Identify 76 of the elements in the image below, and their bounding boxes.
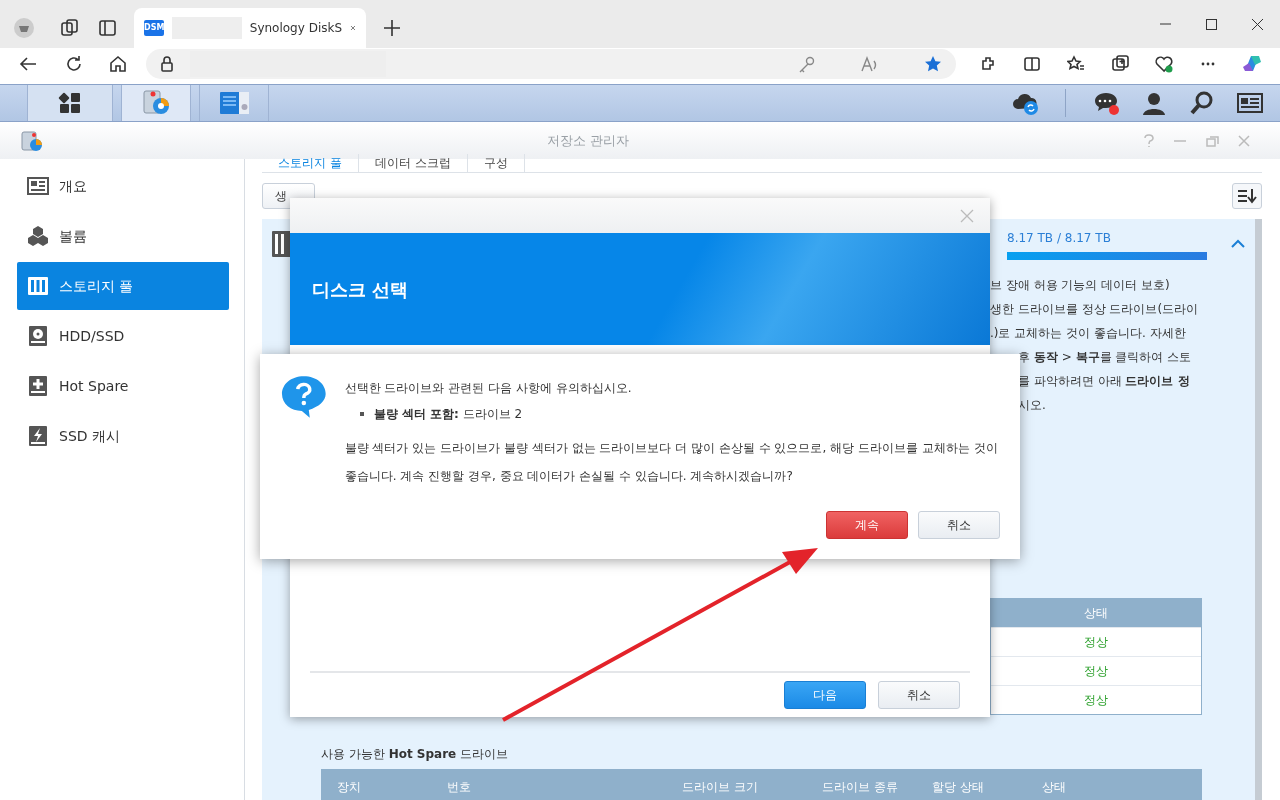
column-header: 장치 [336,779,362,796]
column-header: 상태 [1041,779,1067,796]
storage-pool-icon [27,275,49,297]
sidebar-item[interactable]: Hot Spare [17,362,229,410]
widgets-icon[interactable] [1237,91,1263,115]
status-cell: 정상 [991,656,1201,685]
hot-spare-icon [27,375,49,397]
tab-actions-icon[interactable] [98,18,118,38]
read-aloud-icon[interactable] [861,55,878,73]
window-title: 저장소 관리자 [545,131,631,150]
browser-tab[interactable]: DSM Synology DiskS [134,8,366,48]
favicon: DSM [144,20,165,36]
section-title: 사용 가능한 Hot Spare 드라이브 [321,746,510,763]
refresh-icon[interactable] [65,55,83,73]
back-icon[interactable] [19,55,37,73]
lock-icon [160,56,174,72]
profile-icon[interactable] [13,17,35,39]
storage-pool-icon [272,229,292,257]
sort-button[interactable] [1232,183,1262,209]
sidebar-item[interactable]: HDD/SSD [17,312,229,360]
tab[interactable]: 데이터 스크럽 [358,154,468,172]
description-text: 후 동작 > 복구를 클릭하여 스토 [1017,349,1193,366]
bullet [359,412,364,416]
split-screen-icon[interactable] [1023,55,1041,73]
cubes-icon [27,225,49,247]
home-icon[interactable] [109,55,127,73]
question-icon [280,374,328,420]
favorites-icon[interactable] [1067,55,1085,73]
dialog-title: 디스크 선택 [290,233,990,345]
health-icon[interactable] [1155,55,1173,73]
search-icon[interactable] [1190,91,1214,115]
collections-icon[interactable] [1111,55,1129,73]
main-menu-icon [58,91,82,115]
maximize-icon[interactable] [1205,18,1217,30]
alert-detail: 불량 섹터가 있는 드라이브가 불량 섹터가 없는 드라이브보다 더 많이 손상될 수 있으므로, 해당 드라이브를 교체하는 것이 좋습니다. 계속 진행할 경우, 중요 데이터가 손실될 수 있습니다. 계속하시겠습니까? [344,440,999,485]
column-header: 드라이브 크기 [681,779,759,796]
status-cell: 정상 [991,685,1201,714]
description-text: 생한 드라이브를 정상 드라이브(드라이 [990,301,1200,318]
continue-button[interactable]: 계속 [826,511,908,539]
extensions-icon[interactable] [979,55,997,73]
collapse-icon[interactable] [1231,238,1245,249]
tab-title: Synology DiskS [249,20,343,37]
new-tab-icon[interactable] [383,19,401,37]
column-header: 번호 [446,779,472,796]
tab[interactable]: 구성 [467,154,525,172]
info-center-icon [219,89,249,117]
storage-manager-icon [20,129,44,152]
sidebar-item[interactable]: 스토리지 풀 [17,262,229,310]
column-header: 드라이브 종류 [821,779,899,796]
overview-icon [27,175,49,197]
description-text: .)로 교체하는 것이 좋습니다. 자세한 [990,325,1187,342]
description-text: 브 장애 허용 기능의 데이터 보호) [990,277,1171,294]
tab[interactable]: 스토리지 풀 [262,154,359,172]
usage-text: 8.17 TB / 8.17 TB [1007,230,1112,247]
key-icon[interactable] [798,55,815,73]
description-text: 시오. [1017,397,1047,414]
sidebar-item[interactable]: 개요 [17,162,229,210]
user-icon[interactable] [1142,91,1166,115]
taskbar-button[interactable] [27,85,113,121]
cancel-button[interactable]: 취소 [878,681,960,709]
workspaces-icon[interactable] [60,18,80,38]
chat-notification-icon[interactable] [1093,90,1119,116]
sort-icon [1237,188,1257,204]
column-header: 상태 [991,599,1201,627]
sidebar-item[interactable]: SSD 캐시 [17,412,229,460]
description-text: 를 파악하려면 아래 드라이브 정 [1017,373,1191,390]
sidebar-item[interactable]: 볼륨 [17,212,229,260]
status-cell: 정상 [991,627,1201,656]
column-header: 할당 상태 [931,779,985,796]
cancel-button[interactable]: 취소 [918,511,1000,539]
favorite-star-icon[interactable] [924,55,942,73]
ssd-cache-icon [27,425,49,447]
storage-manager-icon [141,89,171,117]
alert-item: 불량 섹터 포함: 드라이브 2 [373,408,523,420]
alert-message: 선택한 드라이브와 관련된 다음 사항에 유의하십시오. [344,382,633,394]
close-icon[interactable] [1251,18,1263,30]
